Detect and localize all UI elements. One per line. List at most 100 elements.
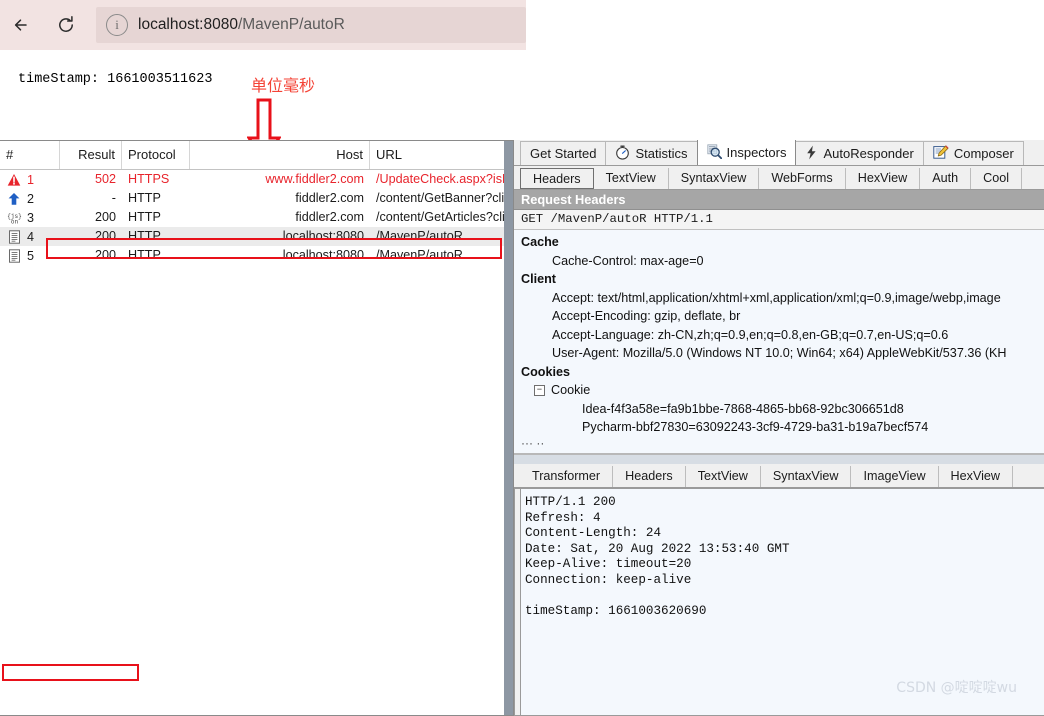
column-header-result[interactable]: Result bbox=[60, 141, 122, 169]
request-tab-webforms[interactable]: WebForms bbox=[759, 168, 846, 189]
response-tab-textview[interactable]: TextView bbox=[686, 466, 761, 487]
table-row[interactable]: 2 - HTTP fiddler2.com /content/GetBanner… bbox=[0, 189, 513, 208]
request-tab-hexview[interactable]: HexView bbox=[846, 168, 921, 189]
stopwatch-icon bbox=[615, 145, 630, 163]
row-result: 502 bbox=[94, 172, 116, 186]
request-tab-headers[interactable]: Headers bbox=[520, 168, 594, 189]
row-protocol: HTTP bbox=[128, 210, 161, 224]
row-index-cell: 1 bbox=[0, 172, 60, 188]
reload-button[interactable] bbox=[44, 3, 88, 47]
response-tabstrip: Transformer Headers TextView SyntaxView … bbox=[514, 464, 1044, 488]
column-header-num[interactable]: # bbox=[0, 141, 60, 169]
address-host: localhost:8080 bbox=[138, 16, 238, 33]
row-url: /content/GetArticles?clien bbox=[376, 210, 512, 224]
response-tab-headers[interactable]: Headers bbox=[613, 466, 686, 487]
row-index: 1 bbox=[27, 172, 35, 187]
table-row[interactable]: 5 200 HTTP localhost:8080 /MavenP/autoR bbox=[0, 246, 513, 265]
tab-composer[interactable]: Composer bbox=[922, 141, 1024, 165]
tab-label: AutoResponder bbox=[823, 146, 914, 161]
warning-triangle-icon bbox=[6, 172, 22, 188]
row-result: 200 bbox=[94, 248, 116, 262]
response-tab-imageview[interactable]: ImageView bbox=[851, 466, 939, 487]
request-tab-cookies[interactable]: Cool bbox=[971, 168, 1023, 189]
response-tab-syntaxview[interactable]: SyntaxView bbox=[761, 466, 852, 487]
json-icon: {js} on bbox=[6, 210, 22, 226]
header-item: Accept-Encoding: gzip, deflate, br bbox=[552, 309, 741, 323]
response-tab-hexview[interactable]: HexView bbox=[939, 466, 1014, 487]
address-bar-text: localhost:8080/MavenP/autoR bbox=[138, 16, 345, 34]
response-tab-transformer[interactable]: Transformer bbox=[520, 466, 614, 487]
address-bar[interactable]: i localhost:8080/MavenP/autoR bbox=[96, 7, 526, 43]
column-header-url[interactable]: URL bbox=[370, 141, 512, 169]
document-icon bbox=[6, 229, 22, 245]
request-line: GET /MavenP/autoR HTTP/1.1 bbox=[514, 210, 1044, 230]
row-url: /MavenP/autoR bbox=[376, 229, 463, 243]
inspector-pane: Get Started Statistics Inspectors AutoRe… bbox=[514, 140, 1044, 716]
row-url: /UpdateCheck.aspx?isBet bbox=[376, 172, 512, 186]
row-host: localhost:8080 bbox=[282, 248, 364, 262]
table-row[interactable]: 1 502 HTTPS www.fiddler2.com /UpdateChec… bbox=[0, 170, 513, 189]
header-item: Cache-Control: max-age=0 bbox=[552, 253, 704, 268]
row-index-cell: 5 bbox=[0, 248, 60, 264]
cookie-tree-node[interactable]: − Cookie bbox=[514, 381, 1044, 400]
tab-autoresponder[interactable]: AutoResponder bbox=[795, 141, 924, 165]
tab-label: Inspectors bbox=[726, 145, 787, 160]
row-host: localhost:8080 bbox=[282, 229, 364, 243]
magnifier-icon bbox=[706, 143, 722, 162]
request-headers-tree[interactable]: Cache Cache-Control: max-age=0 Client Ac… bbox=[514, 230, 1044, 454]
row-protocol: HTTPS bbox=[128, 172, 170, 186]
pencil-note-icon bbox=[933, 144, 949, 163]
servlet-timestamp-text: timeStamp: 1661003511623 bbox=[18, 72, 213, 87]
tab-statistics[interactable]: Statistics bbox=[605, 141, 698, 165]
row-result: 200 bbox=[94, 210, 116, 224]
row-index: 2 bbox=[27, 191, 35, 206]
row-host: www.fiddler2.com bbox=[265, 172, 364, 186]
row-protocol: HTTP bbox=[128, 248, 161, 262]
cookie-node-label: Cookie bbox=[551, 383, 591, 397]
request-headers-banner: Request Headers bbox=[514, 190, 1044, 210]
table-row[interactable]: {js} on 3 200 HTTP fiddler2.com /content… bbox=[0, 208, 513, 227]
request-tabstrip: Headers TextView SyntaxView WebForms Hex… bbox=[514, 166, 1044, 190]
row-url: /MavenP/autoR bbox=[376, 248, 463, 262]
request-tab-auth[interactable]: Auth bbox=[920, 168, 972, 189]
browser-toolbar: i localhost:8080/MavenP/autoR bbox=[0, 0, 526, 51]
header-item: User-Agent: Mozilla/5.0 (Windows NT 10.0… bbox=[552, 346, 1007, 360]
response-body-pane[interactable]: HTTP/1.1 200 Refresh: 4 Content-Length: … bbox=[514, 488, 1044, 716]
session-list-scrollbar[interactable] bbox=[504, 141, 513, 715]
column-header-host[interactable]: Host bbox=[190, 141, 370, 169]
main-tabstrip: Get Started Statistics Inspectors AutoRe… bbox=[514, 140, 1044, 166]
session-rows: 1 502 HTTPS www.fiddler2.com /UpdateChec… bbox=[0, 170, 513, 265]
row-index-cell: 4 bbox=[0, 229, 60, 245]
back-arrow-icon bbox=[14, 19, 27, 31]
column-header-protocol[interactable]: Protocol bbox=[122, 141, 190, 169]
fiddler-window: # Result Protocol Host URL 1 502 HTTPS w… bbox=[0, 140, 1044, 716]
request-horizontal-scrollbar[interactable] bbox=[514, 454, 1044, 464]
header-item: Accept: text/html,application/xhtml+xml,… bbox=[552, 290, 1001, 305]
row-result: - bbox=[111, 191, 116, 205]
address-path: /MavenP/autoR bbox=[237, 16, 345, 33]
header-group-cookies: Cookies bbox=[521, 364, 570, 379]
blue-up-arrow-icon bbox=[6, 191, 22, 207]
info-circle-icon[interactable]: i bbox=[106, 14, 128, 36]
tab-get-started[interactable]: Get Started bbox=[520, 141, 607, 165]
reload-icon bbox=[59, 16, 73, 32]
header-group-client: Client bbox=[521, 272, 556, 286]
tab-label: Composer bbox=[953, 146, 1014, 161]
request-tab-syntaxview[interactable]: SyntaxView bbox=[669, 168, 760, 189]
row-host: fiddler2.com bbox=[295, 191, 364, 205]
row-url: /content/GetBanner?clien bbox=[376, 191, 512, 205]
session-list-pane[interactable]: # Result Protocol Host URL 1 502 HTTPS w… bbox=[0, 140, 514, 716]
row-index: 4 bbox=[27, 229, 35, 244]
csdn-watermark: CSDN @啶啶啶wu bbox=[896, 680, 1017, 696]
row-protocol: HTTP bbox=[128, 229, 161, 243]
tab-inspectors[interactable]: Inspectors bbox=[696, 140, 797, 165]
header-group-cache: Cache bbox=[521, 235, 559, 249]
request-tab-textview[interactable]: TextView bbox=[594, 168, 669, 189]
row-result: 200 bbox=[94, 229, 116, 243]
truncated-rows-marker: ··· ·· bbox=[521, 435, 545, 450]
back-button[interactable] bbox=[0, 3, 44, 47]
table-row[interactable]: 4 200 HTTP localhost:8080 /MavenP/autoR bbox=[0, 227, 513, 246]
collapse-expander-icon[interactable]: − bbox=[534, 384, 545, 396]
response-gutter bbox=[515, 489, 521, 715]
row-protocol: HTTP bbox=[128, 191, 161, 205]
